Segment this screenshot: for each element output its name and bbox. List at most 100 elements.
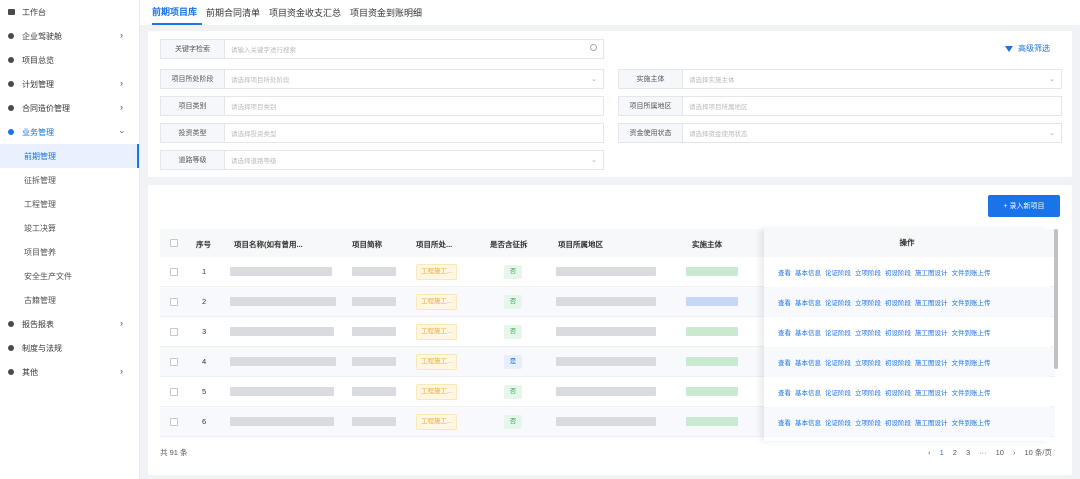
preliminary-design-link[interactable]: 初设阶段 bbox=[885, 417, 911, 427]
view-link[interactable]: 查看 bbox=[778, 267, 791, 277]
construction-drawing-link[interactable]: 施工图设计 bbox=[915, 387, 948, 397]
select-all-checkbox[interactable] bbox=[170, 239, 178, 247]
row-checkbox[interactable] bbox=[170, 388, 178, 396]
basic-info-link[interactable]: 基本信息 bbox=[795, 387, 821, 397]
sidebar-subitem-engineering[interactable]: 工程管理 bbox=[0, 192, 139, 216]
basic-info-link[interactable]: 基本信息 bbox=[795, 267, 821, 277]
demonstration-stage-link[interactable]: 论证阶段 bbox=[825, 387, 851, 397]
stage-select[interactable]: 请选择项目所处阶段 ⌄ bbox=[224, 69, 604, 89]
keyword-search-input[interactable]: 请输入关键字进行搜索 bbox=[224, 39, 604, 59]
invest-select[interactable]: 请选择投资类型 bbox=[224, 123, 604, 143]
funds-select[interactable]: 请选择资金使用状态 ⌄ bbox=[682, 123, 1062, 143]
column-header[interactable]: 项目名称(如有曾用... bbox=[234, 239, 303, 250]
entity-select[interactable]: 请选择实施主体 ⌄ bbox=[682, 69, 1062, 89]
dot-icon bbox=[8, 81, 14, 87]
sidebar-subitem-preliminary[interactable]: 前期管理 bbox=[0, 144, 139, 168]
demonstration-stage-link[interactable]: 论证阶段 bbox=[825, 327, 851, 337]
project-region bbox=[556, 387, 656, 396]
basic-info-link[interactable]: 基本信息 bbox=[795, 357, 821, 367]
category-select[interactable]: 请选择项目类别 bbox=[224, 96, 604, 116]
region-select[interactable]: 请选择项目所属地区 bbox=[682, 96, 1062, 116]
approval-stage-link[interactable]: 立项阶段 bbox=[855, 387, 881, 397]
tab-contract-list[interactable]: 前期合同清单 bbox=[206, 6, 265, 25]
approval-stage-link[interactable]: 立项阶段 bbox=[855, 267, 881, 277]
tab-fund-details[interactable]: 项目资金到账明细 bbox=[350, 6, 427, 25]
add-project-button[interactable]: + 录入新项目 bbox=[988, 195, 1060, 217]
basic-info-link[interactable]: 基本信息 bbox=[795, 327, 821, 337]
page-size-select[interactable]: 10 条/页 bbox=[1024, 447, 1052, 458]
approval-stage-link[interactable]: 立项阶段 bbox=[855, 417, 881, 427]
file-upload-link[interactable]: 文件到账上传 bbox=[952, 297, 991, 307]
approval-stage-link[interactable]: 立项阶段 bbox=[855, 297, 881, 307]
approval-stage-link[interactable]: 立项阶段 bbox=[855, 327, 881, 337]
page-number[interactable]: 10 bbox=[996, 448, 1004, 457]
basic-info-link[interactable]: 基本信息 bbox=[795, 297, 821, 307]
construction-drawing-link[interactable]: 施工图设计 bbox=[915, 297, 948, 307]
sidebar-subitem-maintenance[interactable]: 项目管养 bbox=[0, 240, 139, 264]
view-link[interactable]: 查看 bbox=[778, 327, 791, 337]
sidebar-item-regulations[interactable]: 制度与法规 bbox=[0, 336, 139, 360]
sidebar-item-reports[interactable]: 报告报表 › bbox=[0, 312, 139, 336]
sidebar-subitem-demolition[interactable]: 征拆管理 bbox=[0, 168, 139, 192]
row-checkbox[interactable] bbox=[170, 268, 178, 276]
sidebar-item-contract[interactable]: 合同造价管理 › bbox=[0, 96, 139, 120]
file-upload-link[interactable]: 文件到账上传 bbox=[952, 357, 991, 367]
sidebar-subitem-final-accounts[interactable]: 竣工决算 bbox=[0, 216, 139, 240]
column-header[interactable]: 项目所处... bbox=[416, 239, 452, 250]
sidebar-item-cockpit[interactable]: 企业驾驶舱 › bbox=[0, 24, 139, 48]
construction-drawing-link[interactable]: 施工图设计 bbox=[915, 357, 948, 367]
project-name[interactable] bbox=[230, 267, 332, 276]
view-link[interactable]: 查看 bbox=[778, 417, 791, 427]
sidebar-item-business[interactable]: 业务管理 › bbox=[0, 120, 139, 144]
road-select[interactable]: 请选择道路等级 ⌄ bbox=[224, 150, 604, 170]
construction-drawing-link[interactable]: 施工图设计 bbox=[915, 267, 948, 277]
approval-stage-link[interactable]: 立项阶段 bbox=[855, 357, 881, 367]
project-name[interactable] bbox=[230, 357, 336, 366]
row-checkbox[interactable] bbox=[170, 298, 178, 306]
file-upload-link[interactable]: 文件到账上传 bbox=[952, 387, 991, 397]
sidebar-item-label: 企业驾驶舱 bbox=[22, 31, 62, 41]
view-link[interactable]: 查看 bbox=[778, 357, 791, 367]
tab-project-library[interactable]: 前期项目库 bbox=[152, 5, 203, 25]
table-scrollbar[interactable] bbox=[1054, 229, 1058, 369]
tab-fund-summary[interactable]: 项目资金收支汇总 bbox=[269, 6, 346, 25]
project-name[interactable] bbox=[230, 417, 334, 426]
project-name[interactable] bbox=[230, 387, 334, 396]
sidebar-subitem-archive[interactable]: 古籍管理 bbox=[0, 288, 139, 312]
demonstration-stage-link[interactable]: 论证阶段 bbox=[825, 357, 851, 367]
advanced-filter-button[interactable]: 高级筛选 bbox=[1005, 43, 1050, 54]
next-page-button[interactable]: › bbox=[1013, 448, 1016, 457]
sidebar-item-overview[interactable]: 项目总览 bbox=[0, 48, 139, 72]
page-number[interactable]: 3 bbox=[966, 448, 970, 457]
row-checkbox[interactable] bbox=[170, 418, 178, 426]
view-link[interactable]: 查看 bbox=[778, 387, 791, 397]
preliminary-design-link[interactable]: 初设阶段 bbox=[885, 387, 911, 397]
project-name[interactable] bbox=[230, 327, 334, 336]
file-upload-link[interactable]: 文件到账上传 bbox=[952, 327, 991, 337]
demonstration-stage-link[interactable]: 论证阶段 bbox=[825, 417, 851, 427]
row-checkbox[interactable] bbox=[170, 358, 178, 366]
construction-drawing-link[interactable]: 施工图设计 bbox=[915, 327, 948, 337]
preliminary-design-link[interactable]: 初设阶段 bbox=[885, 297, 911, 307]
file-upload-link[interactable]: 文件到账上传 bbox=[952, 417, 991, 427]
basic-info-link[interactable]: 基本信息 bbox=[795, 417, 821, 427]
sidebar-item-other[interactable]: 其他 › bbox=[0, 360, 139, 384]
page-ellipsis[interactable]: ··· bbox=[979, 448, 987, 457]
project-name[interactable] bbox=[230, 297, 336, 306]
file-upload-link[interactable]: 文件到账上传 bbox=[952, 267, 991, 277]
prev-page-button[interactable]: ‹ bbox=[928, 448, 931, 457]
page-number[interactable]: 1 bbox=[940, 448, 944, 457]
page-number[interactable]: 2 bbox=[953, 448, 957, 457]
construction-drawing-link[interactable]: 施工图设计 bbox=[915, 417, 948, 427]
demonstration-stage-link[interactable]: 论证阶段 bbox=[825, 267, 851, 277]
view-link[interactable]: 查看 bbox=[778, 297, 791, 307]
sidebar-item-workbench[interactable]: 工作台 bbox=[0, 0, 139, 24]
filter-region: 项目所属地区 请选择项目所属地区 bbox=[618, 96, 1062, 116]
preliminary-design-link[interactable]: 初设阶段 bbox=[885, 357, 911, 367]
sidebar-subitem-safety[interactable]: 安全生产文件 bbox=[0, 264, 139, 288]
sidebar-item-plan[interactable]: 计划管理 › bbox=[0, 72, 139, 96]
row-checkbox[interactable] bbox=[170, 328, 178, 336]
demonstration-stage-link[interactable]: 论证阶段 bbox=[825, 297, 851, 307]
preliminary-design-link[interactable]: 初设阶段 bbox=[885, 327, 911, 337]
preliminary-design-link[interactable]: 初设阶段 bbox=[885, 267, 911, 277]
